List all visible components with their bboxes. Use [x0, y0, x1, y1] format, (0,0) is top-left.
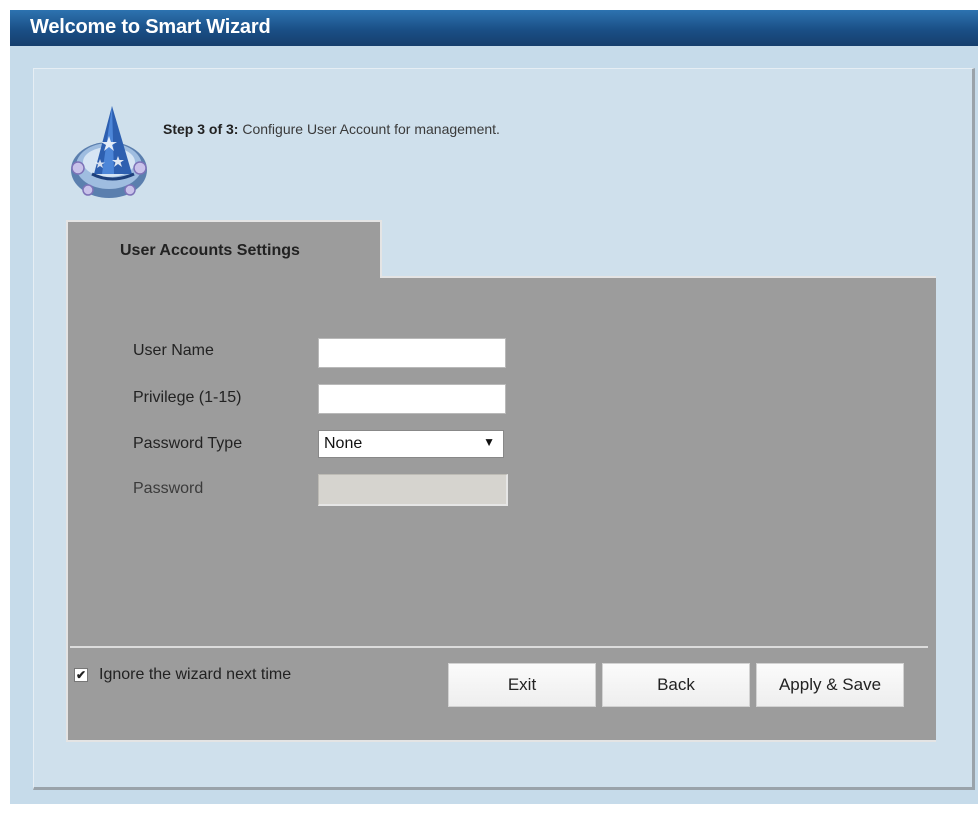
ignore-wizard-checkbox[interactable]: ✔ — [74, 668, 88, 682]
exit-button[interactable]: Exit — [448, 663, 596, 707]
privilege-input[interactable] — [318, 384, 506, 414]
title-bar: Welcome to Smart Wizard — [10, 10, 978, 46]
content-top-border — [380, 276, 936, 278]
dropdown-arrow-icon: ▼ — [483, 435, 495, 449]
smart-wizard-page: Welcome to Smart Wizard Step 3 of 3: Con… — [0, 0, 978, 814]
password-type-label: Password Type — [133, 435, 243, 452]
user-name-input[interactable] — [318, 338, 506, 368]
password-type-value: None — [324, 435, 363, 452]
footer-divider — [70, 646, 928, 648]
page-title: Welcome to Smart Wizard — [30, 16, 271, 38]
step-counter: Step 3 of 3: — [163, 121, 239, 137]
wizard-step-description: Step 3 of 3: Configure User Account for … — [163, 121, 500, 137]
ignore-wizard-label: Ignore the wizard next time — [99, 666, 292, 683]
back-button[interactable]: Back — [602, 663, 750, 707]
password-type-select[interactable]: None ▼ — [318, 430, 504, 458]
wizard-hat-icon — [71, 106, 147, 198]
tab-label: User Accounts Settings — [120, 242, 300, 259]
password-input[interactable] — [318, 474, 508, 506]
privilege-label: Privilege (1-15) — [133, 389, 242, 406]
user-name-label: User Name — [133, 342, 214, 359]
password-label: Password — [133, 480, 204, 497]
tab-user-accounts-settings[interactable]: User Accounts Settings — [66, 220, 382, 280]
step-text: Configure User Account for management. — [238, 121, 500, 137]
apply-save-button[interactable]: Apply & Save — [756, 663, 904, 707]
